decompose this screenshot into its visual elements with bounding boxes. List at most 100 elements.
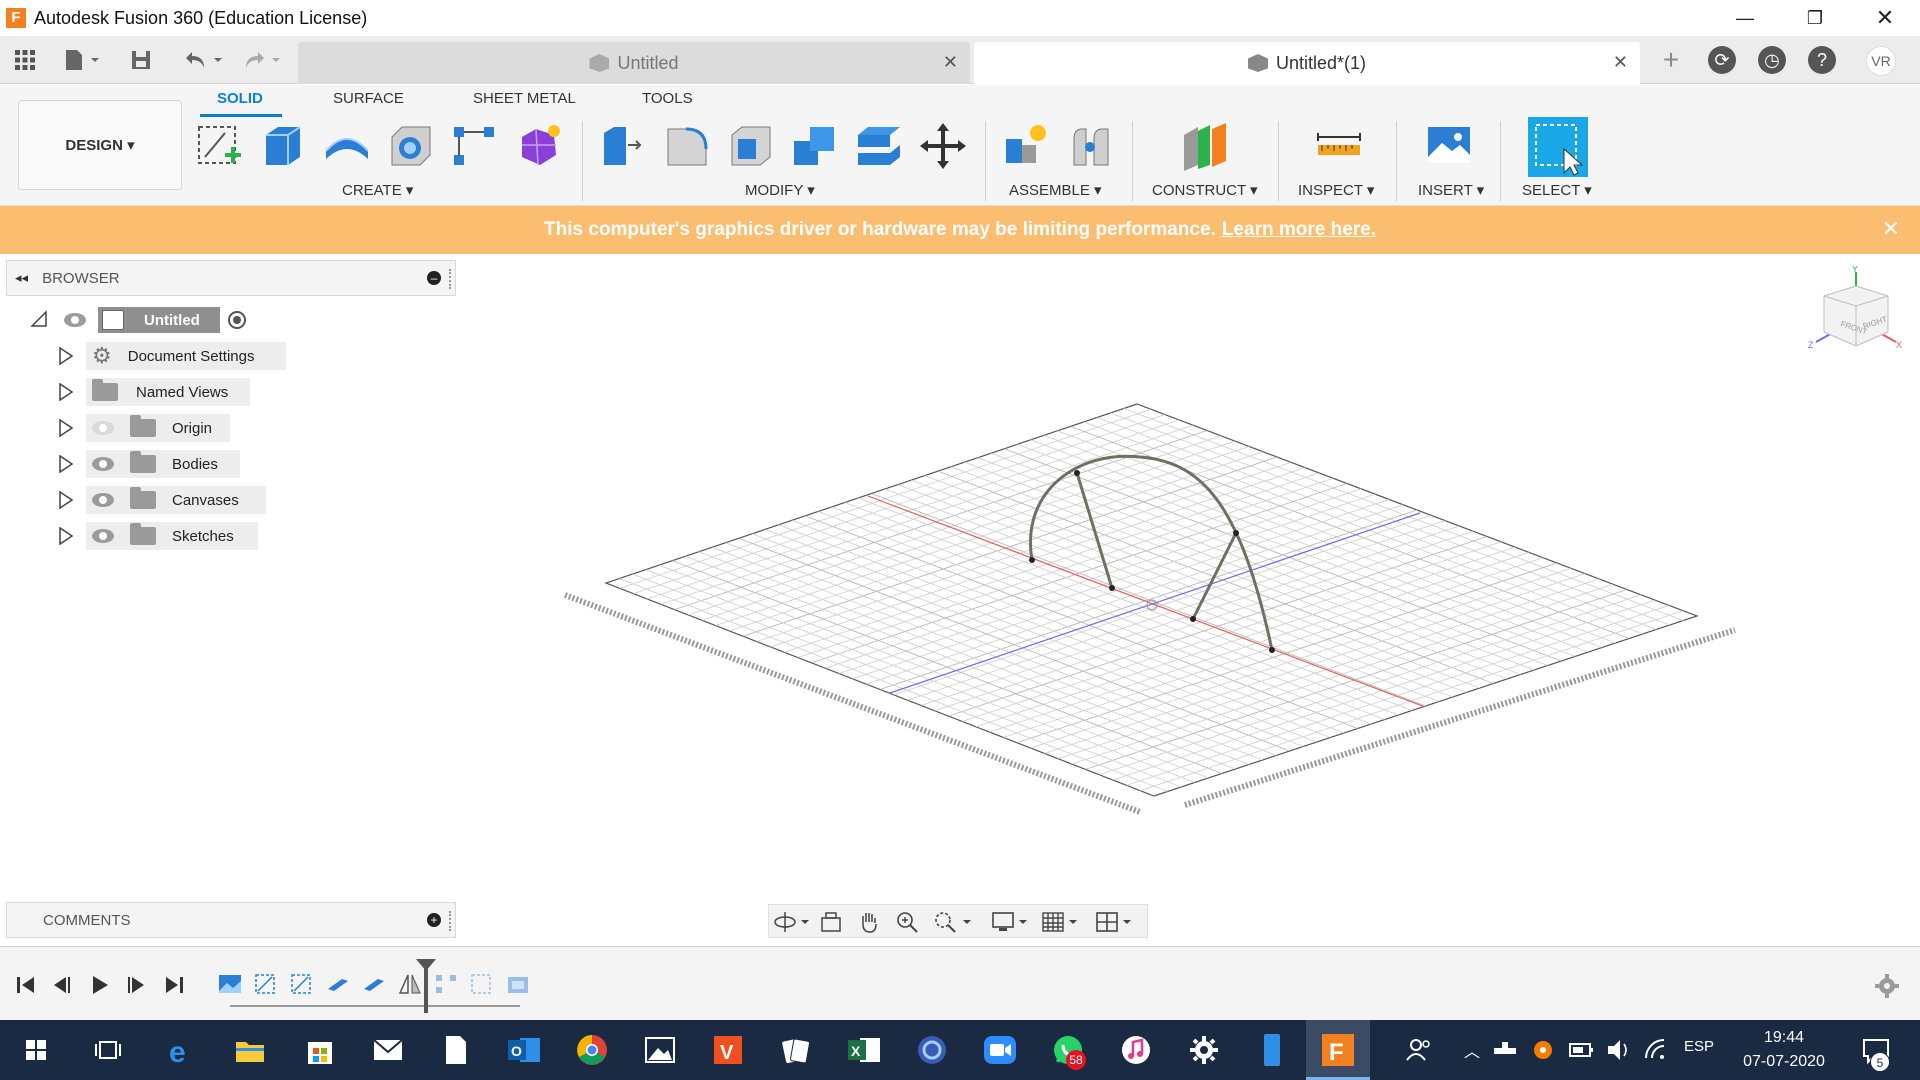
mirror-feature-icon[interactable] <box>398 973 422 995</box>
hole-icon[interactable] <box>386 121 436 171</box>
data-panel-grid-icon[interactable] <box>10 44 40 76</box>
orbit-icon[interactable] <box>773 910 811 934</box>
chrome-icon[interactable] <box>572 1030 612 1070</box>
tab-tools[interactable]: TOOLS <box>642 90 693 107</box>
microsoft-store-icon[interactable] <box>300 1030 340 1070</box>
timeline-marker-head-icon[interactable] <box>416 959 436 971</box>
tab-sheet-metal[interactable]: SHEET METAL <box>473 90 576 107</box>
expand-triangle-icon[interactable] <box>58 382 74 402</box>
assemble-menu[interactable]: ASSEMBLE ▾ <box>1009 181 1102 199</box>
step-back-icon[interactable] <box>50 973 74 997</box>
system-clock[interactable]: 19:44 07-07-2020 <box>1734 1026 1834 1074</box>
document-tab-untitled[interactable]: Untitled ✕ <box>298 42 970 84</box>
close-window-button[interactable]: ✕ <box>1850 0 1920 36</box>
panel-minus-icon[interactable]: – <box>427 271 441 285</box>
combine-icon[interactable] <box>790 121 840 171</box>
joint-icon[interactable] <box>1066 121 1116 171</box>
viewports-icon[interactable] <box>1095 910 1137 934</box>
measure-icon[interactable] <box>1314 121 1364 171</box>
vectary-app-icon[interactable]: V <box>708 1030 748 1070</box>
settings-gear-icon[interactable] <box>1184 1030 1224 1070</box>
extensions-icon[interactable]: ⟳ <box>1708 46 1736 74</box>
sketch-feature-icon[interactable] <box>470 973 494 995</box>
zoom-icon[interactable] <box>895 910 919 934</box>
rectangular-pattern-icon[interactable] <box>450 121 500 171</box>
job-status-clock-icon[interactable]: ◷ <box>1758 46 1786 74</box>
expand-triangle-icon[interactable] <box>58 526 74 546</box>
step-forward-icon[interactable] <box>124 973 148 997</box>
inspect-menu[interactable]: INSPECT ▾ <box>1298 181 1374 199</box>
offset-face-icon[interactable] <box>854 121 904 171</box>
help-icon[interactable]: ? <box>1808 46 1836 74</box>
mail-icon[interactable] <box>368 1030 408 1070</box>
pan-hand-icon[interactable] <box>857 910 881 934</box>
select-menu[interactable]: SELECT ▾ <box>1522 181 1592 199</box>
minimize-button[interactable]: — <box>1710 0 1780 36</box>
collapse-panel-icon[interactable]: ◂◂ <box>15 270 28 286</box>
viewcube[interactable]: FRONT RIGHT Y Z X <box>1804 264 1904 366</box>
play-icon[interactable] <box>88 973 112 997</box>
browser-item-origin[interactable]: Origin <box>86 414 230 442</box>
display-settings-icon[interactable] <box>991 910 1033 934</box>
input-language-indicator[interactable]: ESP <box>1684 1038 1714 1055</box>
wifi-icon[interactable] <box>1642 1030 1672 1070</box>
design-viewport[interactable] <box>540 380 1760 830</box>
photos-icon[interactable] <box>640 1030 680 1070</box>
sketch-feature-icon[interactable] <box>290 973 314 995</box>
browser-item-document-settings[interactable]: ⚙ Document Settings <box>86 342 286 370</box>
modify-menu[interactable]: MODIFY ▾ <box>745 181 815 199</box>
edge-browser-icon[interactable]: e <box>160 1030 200 1070</box>
battery-icon[interactable] <box>1566 1030 1596 1070</box>
hidden-eye-icon[interactable] <box>92 421 114 435</box>
outlook-icon[interactable]: O <box>504 1030 544 1070</box>
look-at-icon[interactable] <box>819 910 843 934</box>
browser-item-named-views[interactable]: Named Views <box>86 378 250 406</box>
new-component-icon[interactable] <box>1002 121 1052 171</box>
press-pull-icon[interactable] <box>598 121 648 171</box>
activate-radio-icon[interactable] <box>228 311 246 329</box>
browser-item-canvases[interactable]: Canvases <box>86 486 266 514</box>
tab-solid[interactable]: SOLID <box>217 90 263 107</box>
insert-menu[interactable]: INSERT ▾ <box>1418 181 1484 199</box>
visibility-eye-icon[interactable] <box>92 457 114 471</box>
volume-speaker-icon[interactable] <box>1604 1030 1634 1070</box>
shell-feature-icon[interactable] <box>506 973 530 995</box>
visibility-eye-icon[interactable] <box>64 313 86 327</box>
save-icon[interactable] <box>126 44 156 76</box>
blank-document-icon[interactable] <box>436 1030 476 1070</box>
expand-triangle-icon[interactable] <box>58 418 74 438</box>
solitaire-cards-icon[interactable] <box>776 1030 816 1070</box>
excel-icon[interactable]: X <box>844 1030 884 1070</box>
browser-root[interactable]: Untitled <box>64 306 264 334</box>
expand-triangle-icon[interactable] <box>58 454 74 474</box>
collapse-root-triangle-icon[interactable] <box>30 310 48 328</box>
panel-grip-icon[interactable] <box>449 269 451 289</box>
task-view-icon[interactable] <box>88 1030 128 1070</box>
create-sketch-icon[interactable] <box>195 121 245 171</box>
redo-icon[interactable] <box>238 44 288 76</box>
sketch-feature-icon[interactable] <box>254 973 278 995</box>
phone-app-icon[interactable] <box>1252 1030 1292 1070</box>
select-icon[interactable] <box>1528 117 1588 177</box>
fillet-icon[interactable] <box>662 121 712 171</box>
extrude-feature-icon[interactable] <box>362 973 386 995</box>
offset-plane-icon[interactable] <box>1180 121 1230 171</box>
new-tab-plus-icon[interactable]: + <box>1655 44 1687 76</box>
move-copy-icon[interactable] <box>918 121 968 171</box>
user-avatar[interactable]: VR <box>1866 46 1896 76</box>
circular-app-icon[interactable] <box>912 1030 952 1070</box>
expand-triangle-icon[interactable] <box>58 346 74 366</box>
avast-icon[interactable] <box>1528 1030 1558 1070</box>
add-comment-plus-icon[interactable]: + <box>427 913 441 927</box>
canvas-feature-icon[interactable] <box>218 973 242 995</box>
browser-item-sketches[interactable]: Sketches <box>86 522 258 550</box>
timeline-settings-gear-icon[interactable] <box>1874 973 1900 999</box>
close-tab-icon[interactable]: ✕ <box>943 52 958 73</box>
shell-icon[interactable] <box>726 121 776 171</box>
itunes-icon[interactable] <box>1116 1030 1156 1070</box>
file-explorer-icon[interactable] <box>230 1030 270 1070</box>
visibility-eye-icon[interactable] <box>92 529 114 543</box>
learn-more-link[interactable]: Learn more here. <box>1222 219 1376 241</box>
fit-zoom-window-icon[interactable] <box>933 910 975 934</box>
workspace-switcher[interactable]: DESIGN ▾ <box>18 100 182 190</box>
